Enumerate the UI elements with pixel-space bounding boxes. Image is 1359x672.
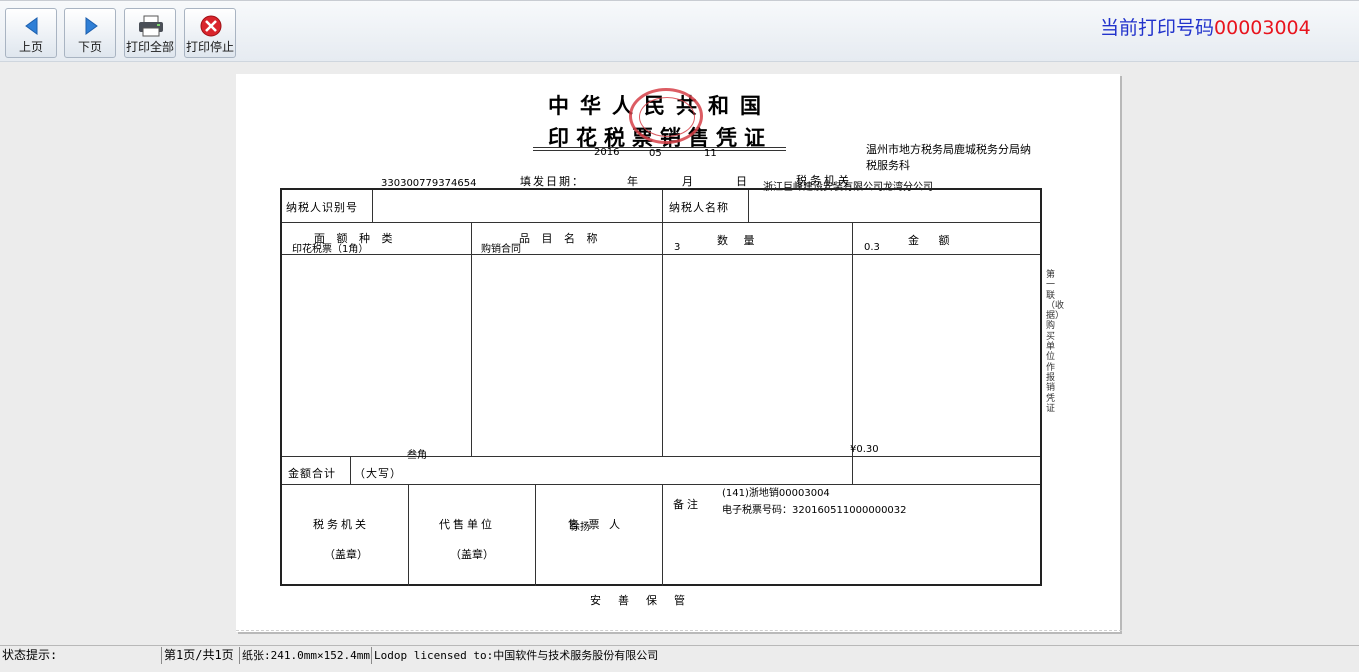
col-divider [471, 222, 472, 456]
arrow-left-icon [6, 14, 56, 38]
official-seal [629, 88, 703, 144]
col-divider [662, 222, 663, 456]
taxpayer-id-label: 纳税人识别号 [286, 201, 358, 214]
row-face-type: 印花税票（1角） [292, 244, 369, 255]
arrow-right-icon [65, 14, 115, 38]
page-edge [236, 630, 1122, 634]
status-license-info: Lodop licensed to:中国软件与技术服务股份有限公司 [374, 649, 659, 662]
footer-text: 安善保管 [590, 594, 702, 607]
printer-icon [125, 14, 175, 38]
row-divider [282, 254, 1040, 255]
print-all-button[interactable]: 打印全部 [124, 8, 176, 58]
status-paper-info: 纸张:241.0mm×152.4mm [240, 647, 372, 664]
prev-page-label: 上页 [18, 40, 43, 54]
print-stop-label: 打印停止 [185, 40, 234, 54]
col-quantity: 数 量 [717, 234, 761, 247]
row-amount: 0.3 [864, 242, 880, 253]
print-code-value: 00003004 [1214, 17, 1311, 39]
col-divider [748, 190, 749, 222]
status-bar: 状态提示: 第1页/共1页 纸张:241.0mm×152.4mm Lodop l… [0, 645, 1359, 672]
print-preview-page: 中华人民共和国 印花税票销售凭证 2016 05 11 温州市地方税务局鹿城税务… [236, 74, 1120, 632]
sig-agent: 代售单位 [439, 518, 495, 531]
col-divider [408, 484, 409, 586]
month-label: 月 [682, 175, 693, 188]
row-quantity: 3 [674, 242, 681, 253]
date-month: 05 [649, 148, 662, 159]
print-all-label: 打印全部 [125, 40, 174, 54]
date-day: 11 [704, 148, 717, 159]
next-page-label: 下页 [77, 40, 102, 54]
toolbar: 上页 下页 打印全部 打印停止 当前打印号码00003004 [0, 0, 1359, 62]
sig-tax-office-stamp: （盖章） [324, 548, 368, 561]
row-divider [282, 456, 1040, 457]
next-page-button[interactable]: 下页 [64, 8, 116, 58]
row-divider [282, 222, 1040, 223]
taxpayer-name-label: 纳税人名称 [669, 201, 729, 214]
remark-line2: 电子税票号码：320160511000000032 [722, 505, 907, 516]
sig-agent-stamp: （盖章） [450, 548, 494, 561]
col-divider [535, 484, 536, 586]
print-code-label: 当前打印号码 [1100, 17, 1215, 39]
tax-authority-line1: 温州市地方税务局鹿城税务分局纳 [866, 143, 1031, 156]
stop-icon [185, 14, 235, 38]
year-label: 年 [627, 175, 638, 188]
date-year: 2016 [594, 147, 620, 158]
col-divider [662, 484, 663, 586]
col-divider [662, 190, 663, 222]
amount-in-words: 叁角 [407, 450, 427, 461]
row-item-name: 购销合同 [481, 244, 521, 255]
side-copy-text: 第一联（收据）购买单位作报销凭证 [1046, 270, 1065, 414]
col-divider [852, 222, 853, 456]
col-divider [852, 456, 853, 484]
amount-total: ¥0.30 [850, 444, 879, 455]
print-stop-button[interactable]: 打印停止 [184, 8, 236, 58]
col-divider [372, 190, 373, 222]
prev-page-button[interactable]: 上页 [5, 8, 57, 58]
capital-label: （大写） [354, 467, 402, 480]
col-item-name: 品 目 名 称 [519, 232, 602, 245]
current-print-code: 当前打印号码00003004 [1100, 13, 1311, 40]
remark-label: 备注 [673, 498, 701, 511]
day-label: 日 [736, 175, 747, 188]
sig-tax-office: 税务机关 [313, 518, 369, 531]
col-divider [350, 456, 351, 484]
col-amount: 金 额 [908, 234, 958, 247]
issue-date-label: 填发日期： [520, 175, 585, 188]
sig-seller-name: 徐扬 [570, 522, 590, 533]
total-label: 金额合计 [288, 467, 336, 480]
status-page-info: 第1页/共1页 [162, 647, 240, 664]
tax-authority-line2: 税服务科 [866, 159, 910, 172]
row-divider [282, 484, 1040, 485]
voucher-form-table: 纳税人识别号 纳税人名称 面 额 种 类 品 目 名 称 数 量 金 额 印花税… [280, 188, 1042, 586]
status-hint: 状态提示: [0, 647, 162, 664]
remark-line1: (141)浙地销00003004 [722, 488, 830, 499]
